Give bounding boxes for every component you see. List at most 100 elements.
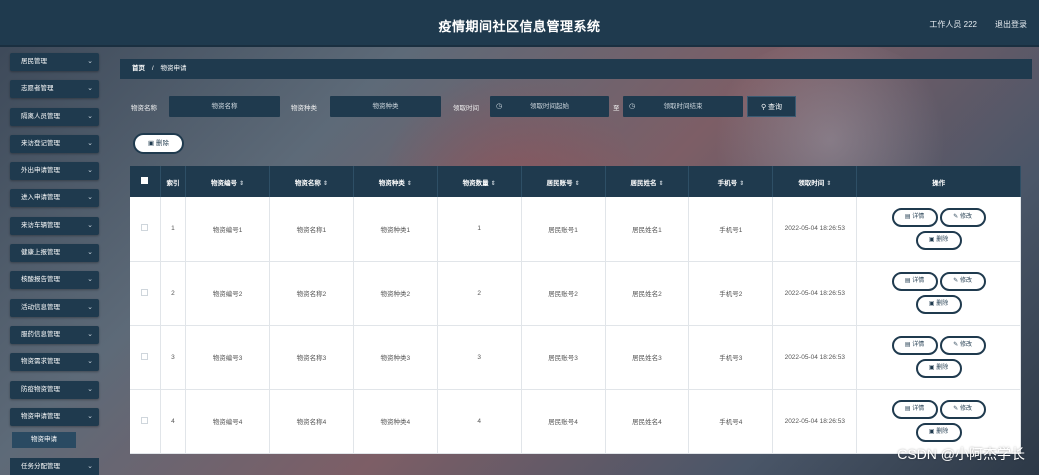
- detail-icon: ▤: [904, 278, 911, 284]
- table-cell-qty: 3: [437, 325, 522, 390]
- sidebar-item[interactable]: 外出申请管理 ⌄: [10, 162, 99, 181]
- delete-button[interactable]: ▣ 删除: [915, 295, 962, 314]
- sidebar-item[interactable]: 居民管理 ⌄: [10, 53, 99, 71]
- detail-button[interactable]: ▤ 详情: [891, 272, 938, 291]
- sidebar-item[interactable]: 来访车辆管理 ⌄: [10, 216, 99, 235]
- chevron-down-icon: ⌄: [87, 358, 93, 366]
- trash-icon: ▣: [928, 429, 935, 435]
- detail-label: 详情: [912, 406, 925, 412]
- detail-button[interactable]: ▤ 详情: [891, 400, 938, 419]
- column-header-label: 物资数量: [462, 179, 489, 187]
- column-header-label: 手机号: [717, 179, 738, 187]
- edit-button[interactable]: ✎ 修改: [939, 207, 986, 227]
- table-cell-type: 物资种类3: [353, 325, 438, 390]
- pickup-time-label: 领取时间: [453, 105, 479, 112]
- edit-button[interactable]: ✎ 修改: [939, 400, 986, 419]
- column-header-label: 物资种类: [378, 179, 405, 187]
- sort-icon: ⇕: [239, 180, 245, 187]
- sidebar-item-label: 服药信息管理: [21, 330, 60, 338]
- logout-link[interactable]: 退出登录: [995, 19, 1027, 30]
- table-cell-time: 2022-05-04 18:26:53: [772, 389, 858, 454]
- material-type-input[interactable]: 物资种类: [330, 96, 441, 117]
- table-cell-time: 2022-05-04 18:26:53: [772, 261, 858, 326]
- sidebar-item[interactable]: 进入申请管理 ⌄: [10, 189, 99, 208]
- row-checkbox[interactable]: [141, 352, 149, 360]
- sidebar-item-label: 任务分配管理: [21, 463, 60, 470]
- sidebar-item[interactable]: 健康上报管理 ⌄: [10, 244, 99, 263]
- chevron-down-icon: ⌄: [87, 385, 93, 393]
- breadcrumb-separator: /: [151, 65, 154, 72]
- table-cell-qty: 1: [437, 197, 522, 262]
- table-cell-resident: 居民姓名3: [605, 325, 690, 390]
- sort-icon: ⇕: [322, 180, 328, 187]
- table-cell-code: 物资编号1: [185, 197, 270, 262]
- sidebar-item[interactable]: 来访登记管理 ⌄: [10, 134, 99, 153]
- edit-label: 修改: [959, 278, 972, 284]
- table-cell-type: 物资种类2: [353, 261, 438, 326]
- delete-label: 删除: [936, 429, 949, 435]
- pickup-time-end-input[interactable]: ◷ 领取时间结束: [623, 96, 743, 117]
- column-header[interactable]: 物资种类 ⇕: [353, 166, 438, 197]
- delete-label: 删除: [936, 365, 949, 371]
- row-actions: ▤ 详情 ✎ 修改 ▣ 删除: [856, 197, 1021, 262]
- sidebar-item[interactable]: 服药信息管理 ⌄: [10, 325, 99, 344]
- column-header[interactable]: 物资编号 ⇕: [185, 166, 270, 197]
- row-checkbox[interactable]: [141, 224, 149, 232]
- sidebar-item-task-assign[interactable]: 任务分配管理 ⌄: [10, 458, 99, 475]
- material-name-input[interactable]: 物资名称: [169, 96, 280, 117]
- sidebar-item-label: 防疫物资管理: [21, 385, 60, 393]
- table-cell-phone: 手机号4: [688, 389, 774, 454]
- table-cell-resident: 居民姓名1: [605, 197, 690, 262]
- search-button[interactable]: ⚲ 查询: [747, 96, 796, 117]
- sort-icon: ⇕: [658, 180, 664, 187]
- column-header[interactable]: 手机号 ⇕: [688, 166, 774, 197]
- column-header-label: 操作: [932, 179, 946, 187]
- column-header[interactable]: 居民账号 ⇕: [521, 166, 606, 197]
- column-header[interactable]: 领取时间 ⇕: [772, 166, 858, 197]
- chevron-down-icon: ⌄: [87, 412, 93, 420]
- sidebar-subitem-material-apply[interactable]: 物资申请: [12, 432, 76, 448]
- search-icon: ⚲: [760, 104, 767, 111]
- sidebar-item[interactable]: 志愿者管理 ⌄: [10, 80, 99, 99]
- delete-button[interactable]: ▣ 删除: [915, 423, 962, 442]
- sidebar-item-label: 来访车辆管理: [21, 221, 60, 229]
- row-checkbox[interactable]: [141, 288, 149, 296]
- detail-button[interactable]: ▤ 详情: [891, 336, 938, 355]
- pickup-time-start-input[interactable]: ◷ 领取时间起始: [490, 96, 609, 117]
- chevron-down-icon: ⌄: [87, 463, 93, 470]
- batch-delete-button[interactable]: ▣ 删除: [133, 133, 184, 154]
- row-checkbox[interactable]: [141, 416, 149, 424]
- delete-label: 删除: [936, 301, 949, 307]
- detail-button[interactable]: ▤ 详情: [891, 207, 938, 227]
- column-header[interactable]: 居民姓名 ⇕: [605, 166, 690, 197]
- edit-label: 修改: [959, 342, 972, 348]
- table-cell-resident: 居民姓名2: [605, 261, 690, 326]
- material-type-label: 物资种类: [291, 105, 317, 112]
- table-cell-name: 物资名称1: [269, 197, 354, 262]
- edit-button[interactable]: ✎ 修改: [939, 272, 986, 291]
- edit-button[interactable]: ✎ 修改: [939, 336, 986, 355]
- sidebar-item[interactable]: 物资需求管理 ⌄: [10, 353, 99, 372]
- sidebar-item[interactable]: 物资申请管理 ⌄: [10, 407, 99, 426]
- sidebar-item[interactable]: 防疫物资管理 ⌄: [10, 380, 99, 399]
- sidebar-menu: 居民管理 ⌄ 志愿者管理 ⌄ 隔离人员管理 ⌄ 来访登记管理 ⌄ 外出申请管理 ⌄ 进入申请管理 ⌄ 来…: [10, 53, 99, 435]
- trash-icon: ▣: [928, 236, 935, 243]
- current-user: 工作人员 222: [929, 20, 977, 29]
- table-cell-code: 物资编号3: [185, 325, 270, 390]
- table-cell-qty: 2: [437, 261, 522, 326]
- column-header[interactable]: 物资名称 ⇕: [269, 166, 354, 197]
- column-header[interactable]: 物资数量 ⇕: [437, 166, 522, 197]
- sidebar-item-label: 来访登记管理: [21, 139, 60, 147]
- sort-icon: ⇕: [739, 180, 745, 187]
- delete-button[interactable]: ▣ 删除: [915, 230, 962, 250]
- breadcrumb-home[interactable]: 首页: [132, 65, 145, 72]
- table-cell-name: 物资名称3: [269, 325, 354, 390]
- sidebar-item[interactable]: 核酸报告管理 ⌄: [10, 271, 99, 290]
- sidebar-item[interactable]: 隔离人员管理 ⌄: [10, 107, 99, 126]
- detail-icon: ▤: [904, 342, 911, 348]
- sidebar-item[interactable]: 活动信息管理 ⌄: [10, 298, 99, 317]
- table-row: 1 物资编号1 物资名称1 物资种类1 1 居民账号1 居民姓名1 手机号1 2022-05-0…: [130, 197, 1021, 262]
- delete-button[interactable]: ▣ 删除: [915, 359, 962, 378]
- chevron-down-icon: ⌄: [87, 58, 93, 65]
- select-all-checkbox[interactable]: [141, 177, 149, 184]
